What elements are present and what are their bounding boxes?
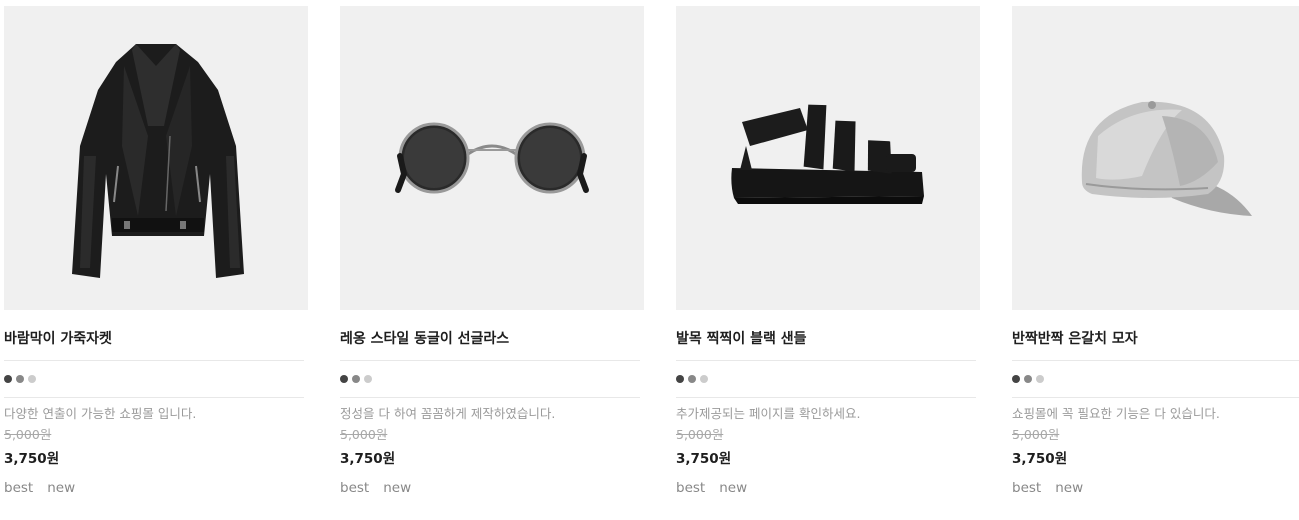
sale-price: 3,750원	[4, 451, 60, 467]
sale-price: 3,750원	[1012, 451, 1068, 467]
product-card[interactable]: 바람막이 가죽자켓 다양한 연출이 가능한 쇼핑몰 입니다. 5,000원 3,…	[4, 6, 308, 496]
product-description: 추가제공되는 페이지를 확인하세요.	[676, 406, 861, 421]
color-swatch[interactable]	[364, 375, 372, 383]
color-swatch[interactable]	[676, 375, 684, 383]
product-description: 다양한 연출이 가능한 쇼핑몰 입니다.	[4, 406, 197, 421]
divider	[340, 360, 640, 361]
color-swatches	[1012, 373, 1299, 385]
cap-icon	[1081, 101, 1252, 216]
tag-best[interactable]: best	[1012, 480, 1041, 496]
divider	[1012, 397, 1299, 398]
tag-best[interactable]: best	[4, 480, 33, 496]
color-swatch[interactable]	[700, 375, 708, 383]
product-image[interactable]	[340, 6, 644, 310]
product-description: 쇼핑몰에 꼭 필요한 기능은 다 있습니다.	[1012, 406, 1220, 421]
divider	[676, 397, 976, 398]
product-description: 정성을 다 하여 꼼꼼하게 제작하였습니다.	[340, 406, 556, 421]
product-tags: best new	[340, 480, 644, 496]
tag-new[interactable]: new	[47, 480, 75, 496]
product-name[interactable]: 발목 찍찍이 블랙 샌들	[676, 328, 980, 350]
sandal-icon	[731, 104, 924, 204]
divider	[676, 360, 976, 361]
color-swatch[interactable]	[4, 375, 12, 383]
product-grid: 바람막이 가죽자켓 다양한 연출이 가능한 쇼핑몰 입니다. 5,000원 3,…	[0, 0, 1299, 520]
sunglasses-icon	[395, 122, 589, 194]
product-card[interactable]: 발목 찍찍이 블랙 샌들 추가제공되는 페이지를 확인하세요. 5,000원 3…	[676, 6, 980, 496]
divider	[1012, 360, 1299, 361]
divider	[340, 397, 640, 398]
color-swatch[interactable]	[688, 375, 696, 383]
divider	[4, 360, 304, 361]
color-swatch[interactable]	[1036, 375, 1044, 383]
product-name[interactable]: 바람막이 가죽자켓	[4, 328, 308, 350]
product-card[interactable]: 레옹 스타일 동글이 선글라스 정성을 다 하여 꼼꼼하게 제작하였습니다. 5…	[340, 6, 644, 496]
tag-best[interactable]: best	[676, 480, 705, 496]
color-swatches	[340, 373, 644, 385]
divider	[4, 397, 304, 398]
sale-price: 3,750원	[676, 451, 732, 467]
product-image[interactable]	[1012, 6, 1299, 310]
product-image[interactable]	[4, 6, 308, 310]
product-tags: best new	[4, 480, 308, 496]
color-swatch[interactable]	[16, 375, 24, 383]
product-name[interactable]: 레옹 스타일 동글이 선글라스	[340, 328, 644, 350]
product-tags: best new	[1012, 480, 1299, 496]
product-card[interactable]: 반짝반짝 은갈치 모자 쇼핑몰에 꼭 필요한 기능은 다 있습니다. 5,000…	[1012, 6, 1299, 496]
original-price: 5,000원	[340, 427, 388, 442]
color-swatch[interactable]	[28, 375, 36, 383]
original-price: 5,000원	[676, 427, 724, 442]
tag-new[interactable]: new	[1055, 480, 1083, 496]
product-name[interactable]: 반짝반짝 은갈치 모자	[1012, 328, 1299, 350]
color-swatch[interactable]	[340, 375, 348, 383]
color-swatches	[676, 373, 980, 385]
sale-price: 3,750원	[340, 451, 396, 467]
leather-jacket-icon	[72, 44, 244, 278]
product-image[interactable]	[676, 6, 980, 310]
color-swatch[interactable]	[1012, 375, 1020, 383]
tag-new[interactable]: new	[719, 480, 747, 496]
product-tags: best new	[676, 480, 980, 496]
original-price: 5,000원	[4, 427, 52, 442]
color-swatch[interactable]	[1024, 375, 1032, 383]
color-swatch[interactable]	[352, 375, 360, 383]
tag-new[interactable]: new	[383, 480, 411, 496]
color-swatches	[4, 373, 308, 385]
tag-best[interactable]: best	[340, 480, 369, 496]
original-price: 5,000원	[1012, 427, 1060, 442]
